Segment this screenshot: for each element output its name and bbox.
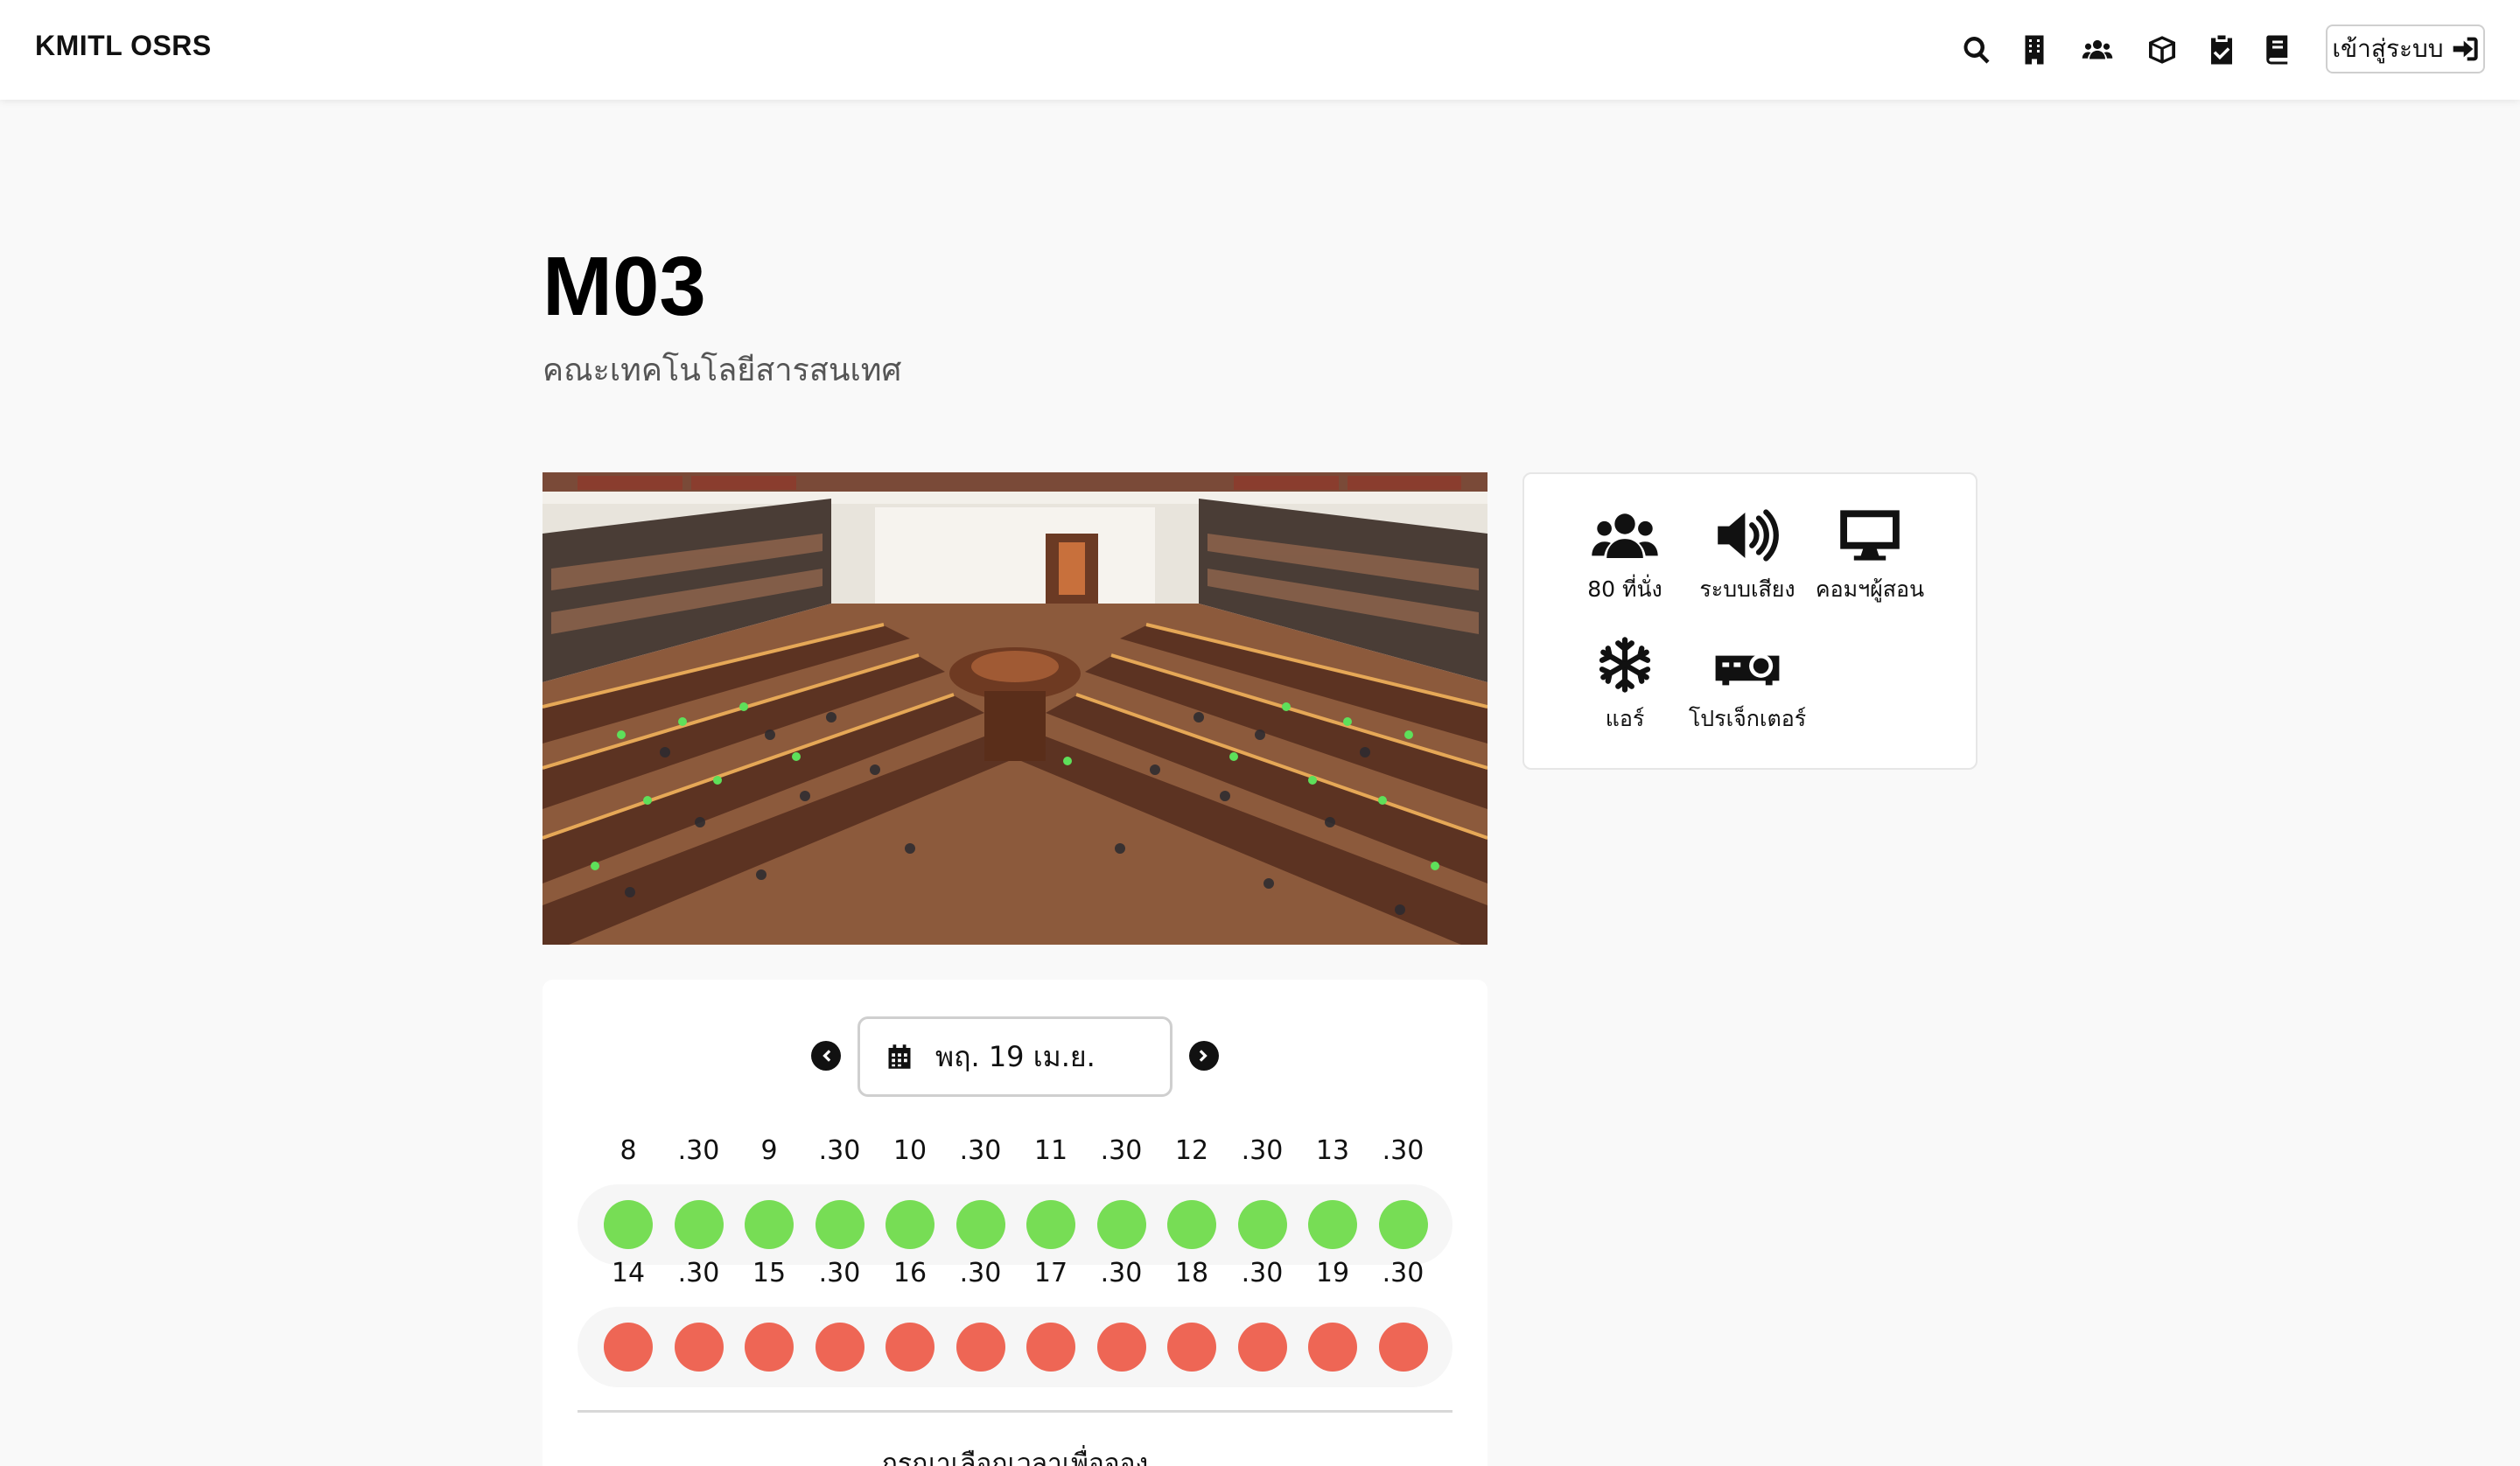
timeslot-available-button[interactable]	[886, 1200, 934, 1249]
booking-hint-text: กรุณาเลือกเวลาเพื่อจอง	[881, 1449, 1149, 1466]
next-day-button[interactable]	[1189, 1041, 1219, 1071]
timeslot-label: .30	[959, 1135, 1002, 1166]
timeslot-label: 16	[892, 1258, 928, 1288]
timeslot-track	[578, 1184, 1452, 1265]
chevron-left-icon	[822, 1050, 831, 1062]
timeslot-label: 8	[620, 1135, 637, 1166]
timeslot-label: .30	[1100, 1135, 1143, 1166]
timeslot-available-button[interactable]	[604, 1200, 653, 1249]
timeslot-label: .30	[818, 1135, 861, 1166]
timeslot-label: .30	[1241, 1135, 1284, 1166]
users-icon[interactable]	[2079, 31, 2116, 68]
timeslot-label: 14	[611, 1258, 646, 1288]
feature-label: 80 ที่นั่ง	[1587, 576, 1662, 602]
timeslot-booked-button[interactable]	[674, 1323, 724, 1372]
timeslot-labels: 14 .30 15 .30 16 .30 17 .30 18 .30 19 .30	[578, 1258, 1452, 1302]
projector-icon	[1715, 653, 1780, 686]
timeslot-available-button[interactable]	[1378, 1200, 1428, 1249]
timeslot-available-button[interactable]	[1308, 1200, 1357, 1249]
timeslot-booked-button[interactable]	[604, 1323, 653, 1372]
timeslot-track	[578, 1307, 1452, 1387]
timeslot-booked-button[interactable]	[956, 1323, 1005, 1372]
feature-label: ระบบเสียง	[1699, 576, 1796, 602]
timeslot-label: .30	[677, 1135, 720, 1166]
timeslot-label: .30	[959, 1258, 1002, 1288]
speaker-icon	[1718, 509, 1779, 562]
timeslot-label: .30	[1241, 1258, 1284, 1288]
room-features-card: 80 ที่นั่ง ระบบเสียง คอมฯผู้สอน แอร์ โปร…	[1522, 472, 1978, 770]
feature-label: แอร์	[1605, 706, 1645, 731]
selected-date: พฤ. 19 เม.ย.	[935, 1039, 1096, 1073]
box-icon[interactable]	[2144, 31, 2180, 68]
feature-label: คอมฯผู้สอน	[1815, 576, 1925, 602]
timeslot-label: 10	[892, 1135, 928, 1166]
login-button-label: เข้าสู่ระบบ	[2332, 34, 2444, 63]
top-navbar: KMITL OSRS เข้าสู่ระบบ	[0, 0, 2520, 100]
timeslot-label: 17	[1033, 1258, 1068, 1288]
timeslot-label: .30	[677, 1258, 720, 1288]
timeslot-booked-button[interactable]	[1096, 1323, 1146, 1372]
timeslot-booked-button[interactable]	[1237, 1323, 1287, 1372]
timeslot-booked-button[interactable]	[745, 1323, 794, 1372]
timeslot-label: .30	[1382, 1258, 1424, 1288]
snowflake-icon	[1599, 637, 1651, 693]
timeslot-label: 12	[1174, 1135, 1209, 1166]
timeslot-labels: 8 .30 9 .30 10 .30 11 .30 12 .30 13 .30	[578, 1135, 1452, 1179]
feature-air-conditioner: แอร์	[1559, 637, 1690, 736]
timeslot-available-button[interactable]	[815, 1200, 864, 1249]
timeslot-available-button[interactable]	[1096, 1200, 1146, 1249]
search-icon[interactable]	[1958, 31, 1995, 68]
feature-label: โปรเจ็กเตอร์	[1688, 706, 1807, 731]
timeslot-available-button[interactable]	[745, 1200, 794, 1249]
timeslot-booked-button[interactable]	[1308, 1323, 1357, 1372]
feature-instructor-computer: คอมฯผู้สอน	[1804, 507, 1936, 607]
timeslot-booked-button[interactable]	[886, 1323, 934, 1372]
timeslot-booked-button[interactable]	[1167, 1323, 1216, 1372]
feature-projector: โปรเจ็กเตอร์	[1682, 637, 1813, 736]
timeslot-label: 13	[1315, 1135, 1350, 1166]
book-icon[interactable]	[2259, 31, 2296, 68]
timeslot-available-button[interactable]	[674, 1200, 724, 1249]
timeslot-booked-button[interactable]	[815, 1323, 864, 1372]
date-navigator: พฤ. 19 เม.ย.	[542, 1016, 1488, 1097]
morning-timeslot-row: 8 .30 9 .30 10 .30 11 .30 12 .30 13 .30	[578, 1135, 1452, 1265]
afternoon-timeslot-row: 14 .30 15 .30 16 .30 17 .30 18 .30 19 .30	[578, 1258, 1452, 1387]
timeslot-label: 11	[1033, 1135, 1068, 1166]
page-title: M03	[542, 240, 706, 333]
timeslot-booked-button[interactable]	[1378, 1323, 1428, 1372]
timeslot-label: .30	[1382, 1135, 1424, 1166]
feature-sound-system: ระบบเสียง	[1682, 507, 1813, 607]
chevron-right-icon	[1199, 1050, 1208, 1062]
timeslot-available-button[interactable]	[956, 1200, 1005, 1249]
brand-logo-text[interactable]: KMITL OSRS	[35, 30, 212, 62]
room-photo	[542, 472, 1488, 945]
timeslot-label: 19	[1315, 1258, 1350, 1288]
timeslot-label: 9	[760, 1135, 778, 1166]
timeslot-label: 18	[1174, 1258, 1209, 1288]
booking-card: พฤ. 19 เม.ย. 8 .30 9 .30 10 .30 11 .30 12 .30 13 .3…	[542, 980, 1488, 1466]
timeslot-available-button[interactable]	[1026, 1200, 1075, 1249]
divider	[578, 1410, 1452, 1413]
desktop-icon	[1840, 510, 1900, 561]
timeslot-available-button[interactable]	[1237, 1200, 1287, 1249]
calendar-icon	[888, 1044, 911, 1069]
clipboard-check-icon[interactable]	[2203, 31, 2240, 68]
previous-day-button[interactable]	[811, 1041, 841, 1071]
timeslot-available-button[interactable]	[1167, 1200, 1216, 1249]
timeslot-label: .30	[1100, 1258, 1143, 1288]
login-button[interactable]: เข้าสู่ระบบ	[2326, 24, 2485, 73]
room-faculty-subtitle: คณะเทคโนโลยีสารสนเทศ	[542, 353, 902, 388]
timeslot-label: .30	[818, 1258, 861, 1288]
date-picker[interactable]: พฤ. 19 เม.ย.	[858, 1016, 1172, 1097]
sign-in-icon	[2453, 37, 2478, 61]
users-icon	[1592, 513, 1658, 558]
timeslot-booked-button[interactable]	[1026, 1323, 1075, 1372]
feature-seats: 80 ที่นั่ง	[1559, 507, 1690, 607]
timeslot-label: 15	[752, 1258, 787, 1288]
building-icon[interactable]	[2016, 31, 2053, 68]
